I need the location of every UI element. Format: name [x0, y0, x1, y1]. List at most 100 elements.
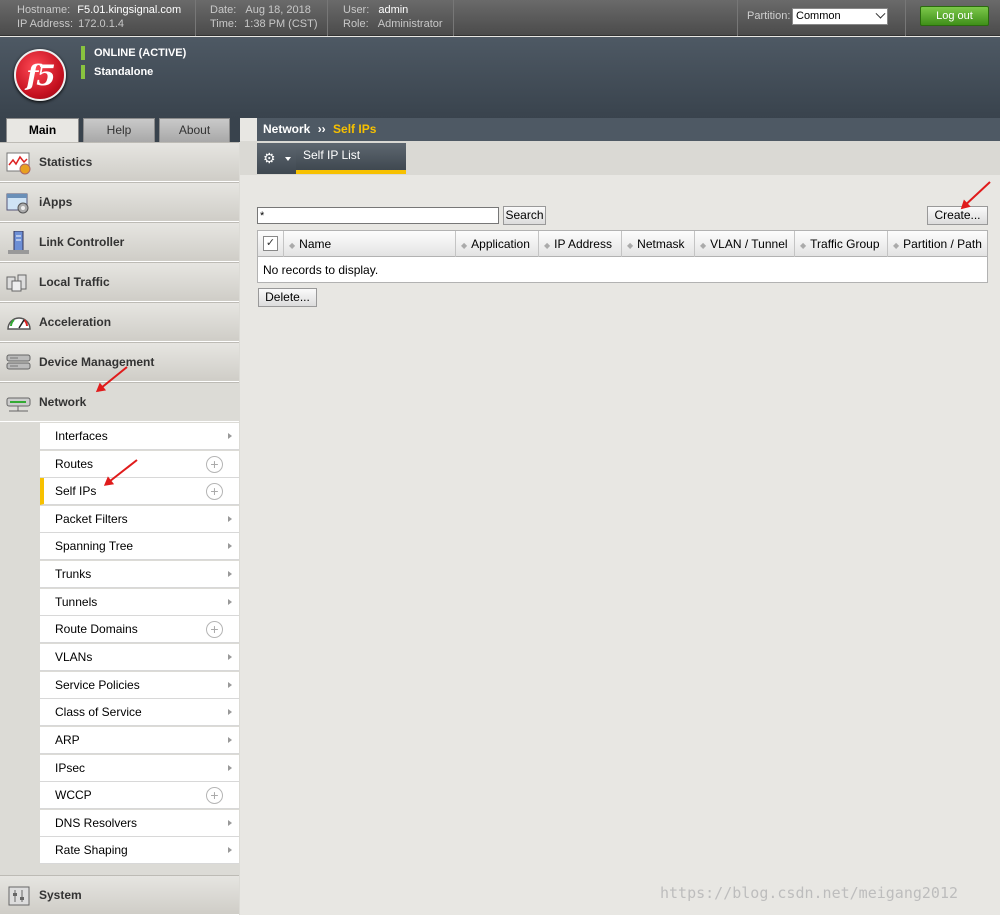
column-name[interactable]: ◆ Name	[283, 231, 455, 257]
sidebar: Statistics iApps Link Controller Local T…	[0, 142, 240, 915]
user-label: User:	[343, 4, 370, 16]
breadcrumb: Network ›› Self IPs	[257, 118, 1000, 141]
sidebar-subitem-self-ips[interactable]: Self IPs +	[40, 478, 239, 505]
chevron-right-icon	[228, 820, 232, 826]
chevron-right-icon	[228, 654, 232, 660]
chevron-right-icon	[228, 709, 232, 715]
sidebar-subitem-route-domains[interactable]: Route Domains +	[40, 616, 239, 643]
sidebar-item-label: System	[39, 888, 82, 902]
chevron-down-icon	[875, 8, 886, 19]
link-controller-icon	[8, 231, 29, 254]
self-ip-table: ✓ ◆ Name ◆ Application ◆ IP Address ◆ Netmas…	[257, 230, 988, 283]
column-label: Partition / Path	[903, 237, 982, 251]
sidebar-subitem-trunks[interactable]: Trunks	[40, 561, 239, 588]
subitem-label: Packet Filters	[55, 512, 128, 526]
tab-main[interactable]: Main	[6, 118, 79, 143]
add-icon[interactable]: +	[206, 456, 223, 473]
sidebar-subitem-spanning-tree[interactable]: Spanning Tree	[40, 533, 239, 560]
watermark: https://blog.csdn.net/meigang2012	[660, 884, 959, 902]
column-traffic-group[interactable]: ◆ Traffic Group	[794, 231, 887, 257]
subitem-label: VLANs	[55, 650, 93, 664]
logo-text: f5	[26, 59, 56, 92]
add-icon[interactable]: +	[206, 621, 223, 638]
sidebar-item-link-controller[interactable]: Link Controller	[0, 222, 239, 262]
host-info: Hostname: F5.01.kingsignal.com IP Addres…	[17, 3, 181, 31]
column-application[interactable]: ◆ Application	[455, 231, 538, 257]
tab-help[interactable]: Help	[83, 118, 155, 142]
sort-icon: ◆	[289, 241, 296, 250]
acceleration-icon	[7, 317, 31, 330]
sidebar-subitem-routes[interactable]: Routes +	[40, 451, 239, 478]
sidebar-item-statistics[interactable]: Statistics	[0, 142, 239, 182]
sort-icon: ◆	[461, 241, 468, 250]
select-all-checkbox[interactable]: ✓	[263, 236, 278, 251]
subitem-label: Routes	[55, 457, 94, 471]
tab-about[interactable]: About	[159, 118, 230, 142]
search-input[interactable]	[257, 207, 499, 224]
chevron-right-icon	[228, 765, 232, 771]
delete-button[interactable]: Delete...	[258, 288, 317, 307]
date-label: Date:	[210, 4, 237, 16]
column-label: Netmask	[637, 237, 685, 251]
column-ip-address[interactable]: ◆ IP Address	[538, 231, 621, 257]
sidebar-subitem-wccp[interactable]: WCCP +	[40, 782, 239, 809]
subitem-label: Tunnels	[55, 595, 98, 609]
sidebar-subitem-vlans[interactable]: VLANs	[40, 644, 239, 671]
network-icon	[6, 397, 31, 412]
sidebar-subitem-class-of-service[interactable]: Class of Service	[40, 699, 239, 726]
sidebar-subitem-packet-filters[interactable]: Packet Filters	[40, 506, 239, 533]
sidebar-item-label: Local Traffic	[39, 275, 110, 289]
sidebar-subitem-dns-resolvers[interactable]: DNS Resolvers	[40, 810, 239, 837]
partition-select[interactable]: Common	[792, 8, 888, 25]
column-netmask[interactable]: ◆ Netmask	[621, 231, 694, 257]
sidebar-item-local-traffic[interactable]: Local Traffic	[0, 262, 239, 302]
column-label: VLAN / Tunnel	[710, 237, 788, 251]
chevron-right-icon	[228, 737, 232, 743]
system-icon	[8, 886, 30, 906]
sidebar-item-acceleration[interactable]: Acceleration	[0, 302, 239, 342]
subitem-label: Class of Service	[55, 705, 142, 719]
add-icon[interactable]: +	[206, 787, 223, 804]
datetime-info: Date: Aug 18, 2018 Time: 1:38 PM (CST)	[210, 3, 318, 31]
subitem-label: IPsec	[55, 761, 86, 775]
logout-button[interactable]: Log out	[920, 6, 989, 26]
sidebar-item-network[interactable]: Network	[0, 382, 239, 422]
status-mode: Standalone	[81, 65, 153, 79]
time-value: 1:38 PM (CST)	[244, 18, 318, 30]
sidebar-subitem-interfaces[interactable]: Interfaces	[40, 423, 239, 450]
settings-menu-button[interactable]: ⚙	[257, 143, 296, 174]
column-partition-path[interactable]: ◆ Partition / Path	[887, 231, 987, 257]
sort-icon: ◆	[800, 241, 807, 250]
top-bar: Hostname: F5.01.kingsignal.com IP Addres…	[0, 0, 1000, 36]
sidebar-subitem-ipsec[interactable]: IPsec	[40, 755, 239, 782]
sidebar-item-label: iApps	[39, 195, 73, 209]
sidebar-subitem-tunnels[interactable]: Tunnels	[40, 589, 239, 616]
add-icon[interactable]: +	[206, 483, 223, 500]
sidebar-subitem-rate-shaping[interactable]: Rate Shaping	[40, 837, 239, 864]
breadcrumb-section[interactable]: Network	[263, 122, 310, 136]
partition-value: Common	[796, 10, 841, 22]
sidebar-item-label: Acceleration	[39, 315, 112, 329]
sidebar-subitem-arp[interactable]: ARP	[40, 727, 239, 754]
create-button[interactable]: Create...	[927, 206, 988, 225]
sidebar-item-device-management[interactable]: Device Management	[0, 342, 239, 382]
sidebar-subitem-service-policies[interactable]: Service Policies	[40, 672, 239, 699]
subitem-label: DNS Resolvers	[55, 816, 138, 830]
sidebar-item-label: Device Management	[39, 355, 155, 369]
column-vlan-tunnel[interactable]: ◆ VLAN / Tunnel	[694, 231, 794, 257]
divider	[737, 0, 738, 36]
search-button[interactable]: Search	[503, 206, 546, 225]
subitem-label: Trunks	[55, 567, 92, 581]
main-tabs: Main Help About	[0, 118, 240, 143]
hostname-value: F5.01.kingsignal.com	[77, 4, 182, 16]
tab-self-ip-list[interactable]: Self IP List	[296, 143, 406, 174]
caret-down-icon	[285, 157, 291, 161]
role-label: Role:	[343, 18, 369, 30]
sidebar-item-iapps[interactable]: iApps	[0, 182, 239, 222]
sidebar-item-system[interactable]: System	[0, 875, 239, 915]
sidebar-item-label: Network	[39, 395, 87, 409]
f5-logo: f5	[14, 49, 66, 101]
subitem-label: Route Domains	[55, 622, 138, 636]
gear-icon: ⚙	[263, 150, 276, 166]
ip-value: 172.0.1.4	[78, 18, 124, 30]
